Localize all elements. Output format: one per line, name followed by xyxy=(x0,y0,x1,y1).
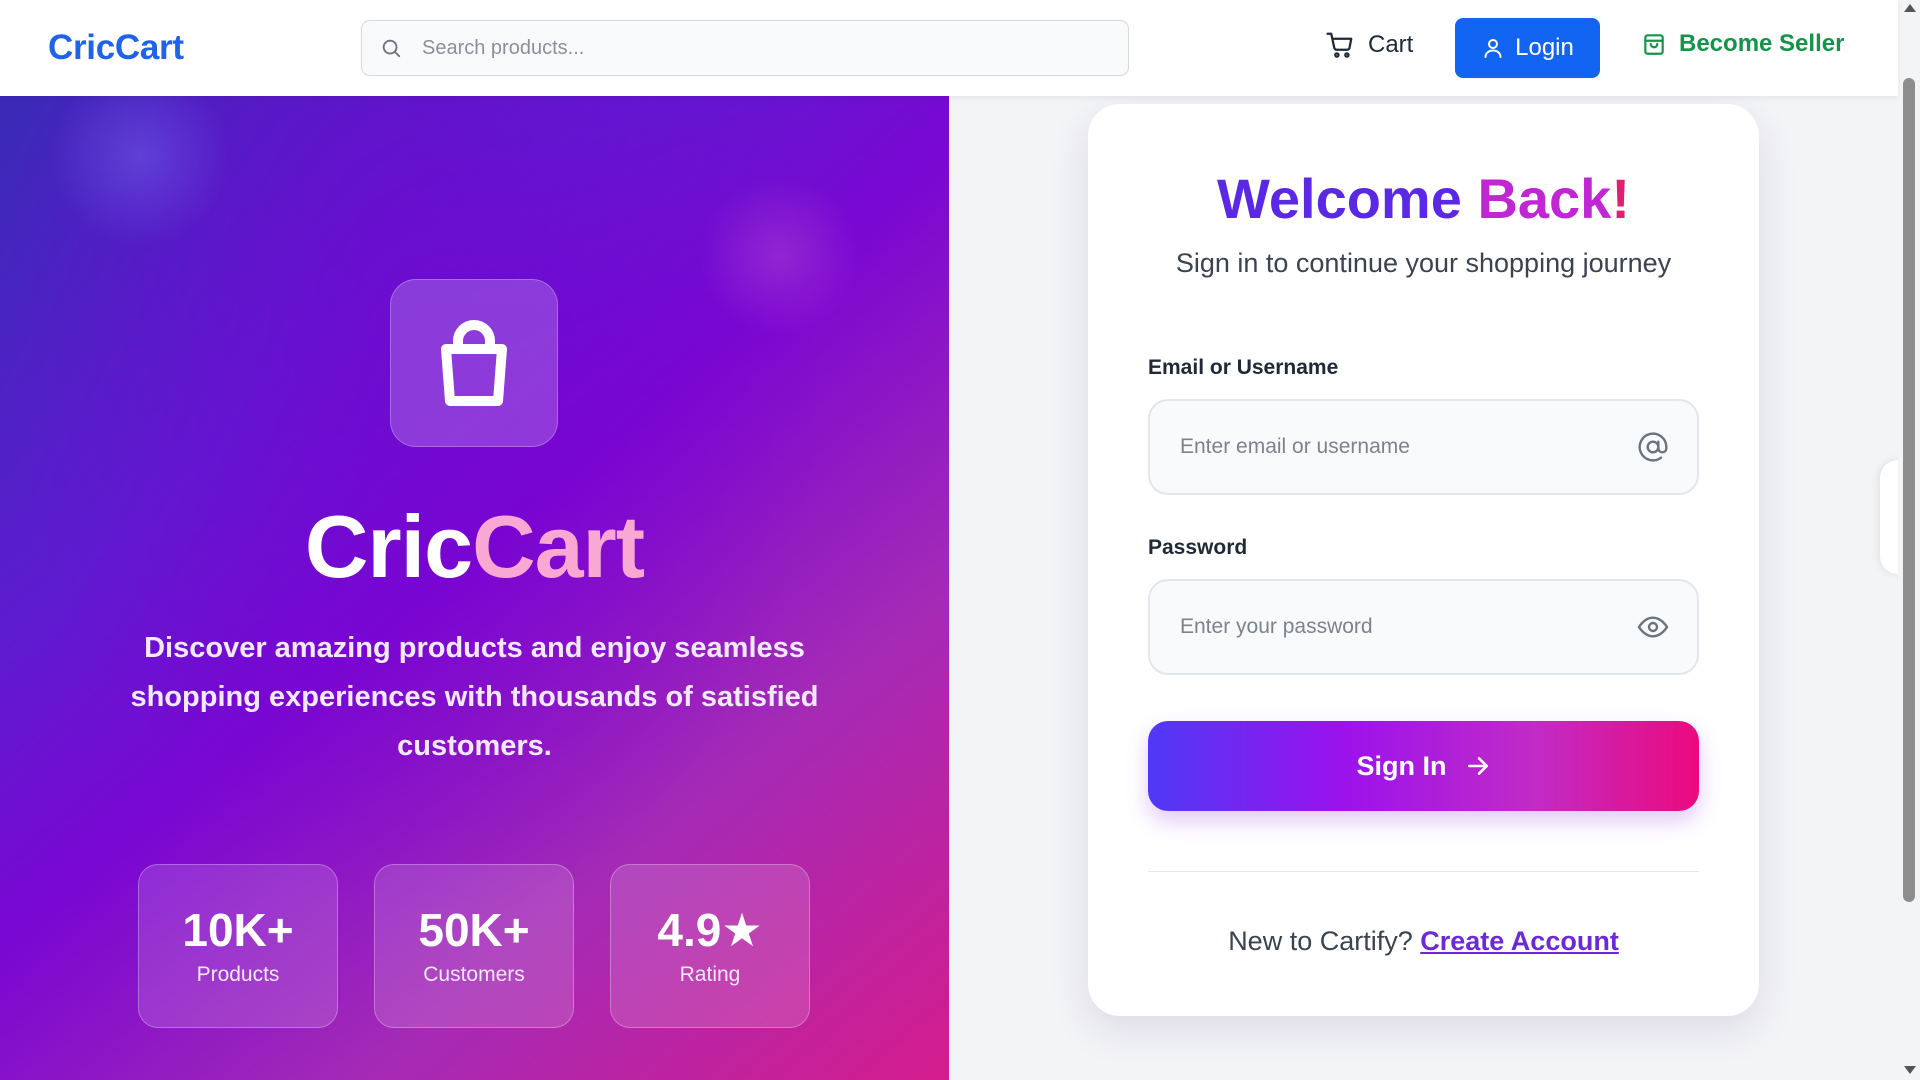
hero-description: Discover amazing products and enjoy seam… xyxy=(130,632,819,762)
stat-card-customers: 50K+ Customers xyxy=(374,864,574,1028)
cart-icon xyxy=(1326,32,1353,58)
shopping-bag-icon xyxy=(441,320,507,406)
user-icon xyxy=(1484,39,1502,58)
become-seller-label: Become Seller xyxy=(1679,30,1845,57)
email-input[interactable] xyxy=(1180,401,1620,493)
search-bar[interactable] xyxy=(361,20,1129,76)
stat-card-rating: 4.9★ Rating xyxy=(610,864,810,1028)
welcome-word: Welcome xyxy=(1217,167,1462,230)
stat-label: Customers xyxy=(423,963,525,986)
stat-value: 4.9★ xyxy=(657,904,763,956)
search-icon xyxy=(382,39,401,58)
stat-value: 10K+ xyxy=(182,904,294,956)
eye-icon[interactable] xyxy=(1637,611,1669,643)
card-divider xyxy=(1148,871,1699,872)
become-seller-link[interactable]: Become Seller xyxy=(1641,30,1844,58)
password-field[interactable] xyxy=(1148,579,1699,675)
welcome-subtitle: Sign in to continue your shopping journe… xyxy=(1175,248,1672,278)
exclamation-mark: ! xyxy=(1611,167,1630,230)
hero-title: CricCart xyxy=(0,496,949,598)
scroll-up-arrow-icon[interactable] xyxy=(1904,4,1916,12)
back-word: Back xyxy=(1477,167,1612,230)
stat-label: Products xyxy=(196,963,280,986)
hero-title-part1: Cric xyxy=(304,497,473,596)
hero-title-part2: Cart xyxy=(472,497,645,596)
cart-label: Cart xyxy=(1368,31,1414,58)
sign-in-label: Sign In xyxy=(1356,750,1447,781)
signup-prompt: New to Cartify? Create Account xyxy=(1088,926,1759,957)
search-input[interactable] xyxy=(422,21,1102,75)
stat-value: 50K+ xyxy=(418,904,530,956)
welcome-title: Welcome Back! xyxy=(1088,166,1759,231)
arrow-right-icon xyxy=(1467,757,1488,775)
scroll-down-arrow-icon[interactable] xyxy=(1904,1066,1916,1074)
stat-card-products: 10K+ Products xyxy=(138,864,338,1028)
page-scrollbar[interactable] xyxy=(1898,0,1920,1080)
top-navbar: CricCart Cart Login Become Seller xyxy=(0,0,1898,96)
at-sign-icon xyxy=(1638,432,1668,462)
sign-in-button[interactable]: Sign In xyxy=(1148,721,1699,811)
login-button[interactable]: Login xyxy=(1455,18,1600,78)
email-field[interactable] xyxy=(1148,399,1699,495)
login-panel: Welcome Back! Sign in to continue your s… xyxy=(949,96,1898,1080)
login-card: Welcome Back! Sign in to continue your s… xyxy=(1088,104,1759,1016)
password-input[interactable] xyxy=(1180,581,1620,673)
scroll-thumb[interactable] xyxy=(1903,78,1915,902)
signup-prompt-text: New to Cartify? xyxy=(1228,926,1413,956)
brand-logo-text[interactable]: CricCart xyxy=(48,28,184,68)
create-account-link[interactable]: Create Account xyxy=(1420,926,1619,956)
hero-panel: CricCart Discover amazing products and e… xyxy=(0,96,949,1080)
password-label: Password xyxy=(1148,536,1248,559)
stat-label: Rating xyxy=(679,963,741,986)
cart-link[interactable]: Cart xyxy=(1324,30,1413,60)
login-label: Login xyxy=(1515,34,1574,61)
email-label: Email or Username xyxy=(1148,356,1339,379)
logo-tile xyxy=(390,279,558,447)
shopping-bag-icon xyxy=(1644,34,1664,55)
